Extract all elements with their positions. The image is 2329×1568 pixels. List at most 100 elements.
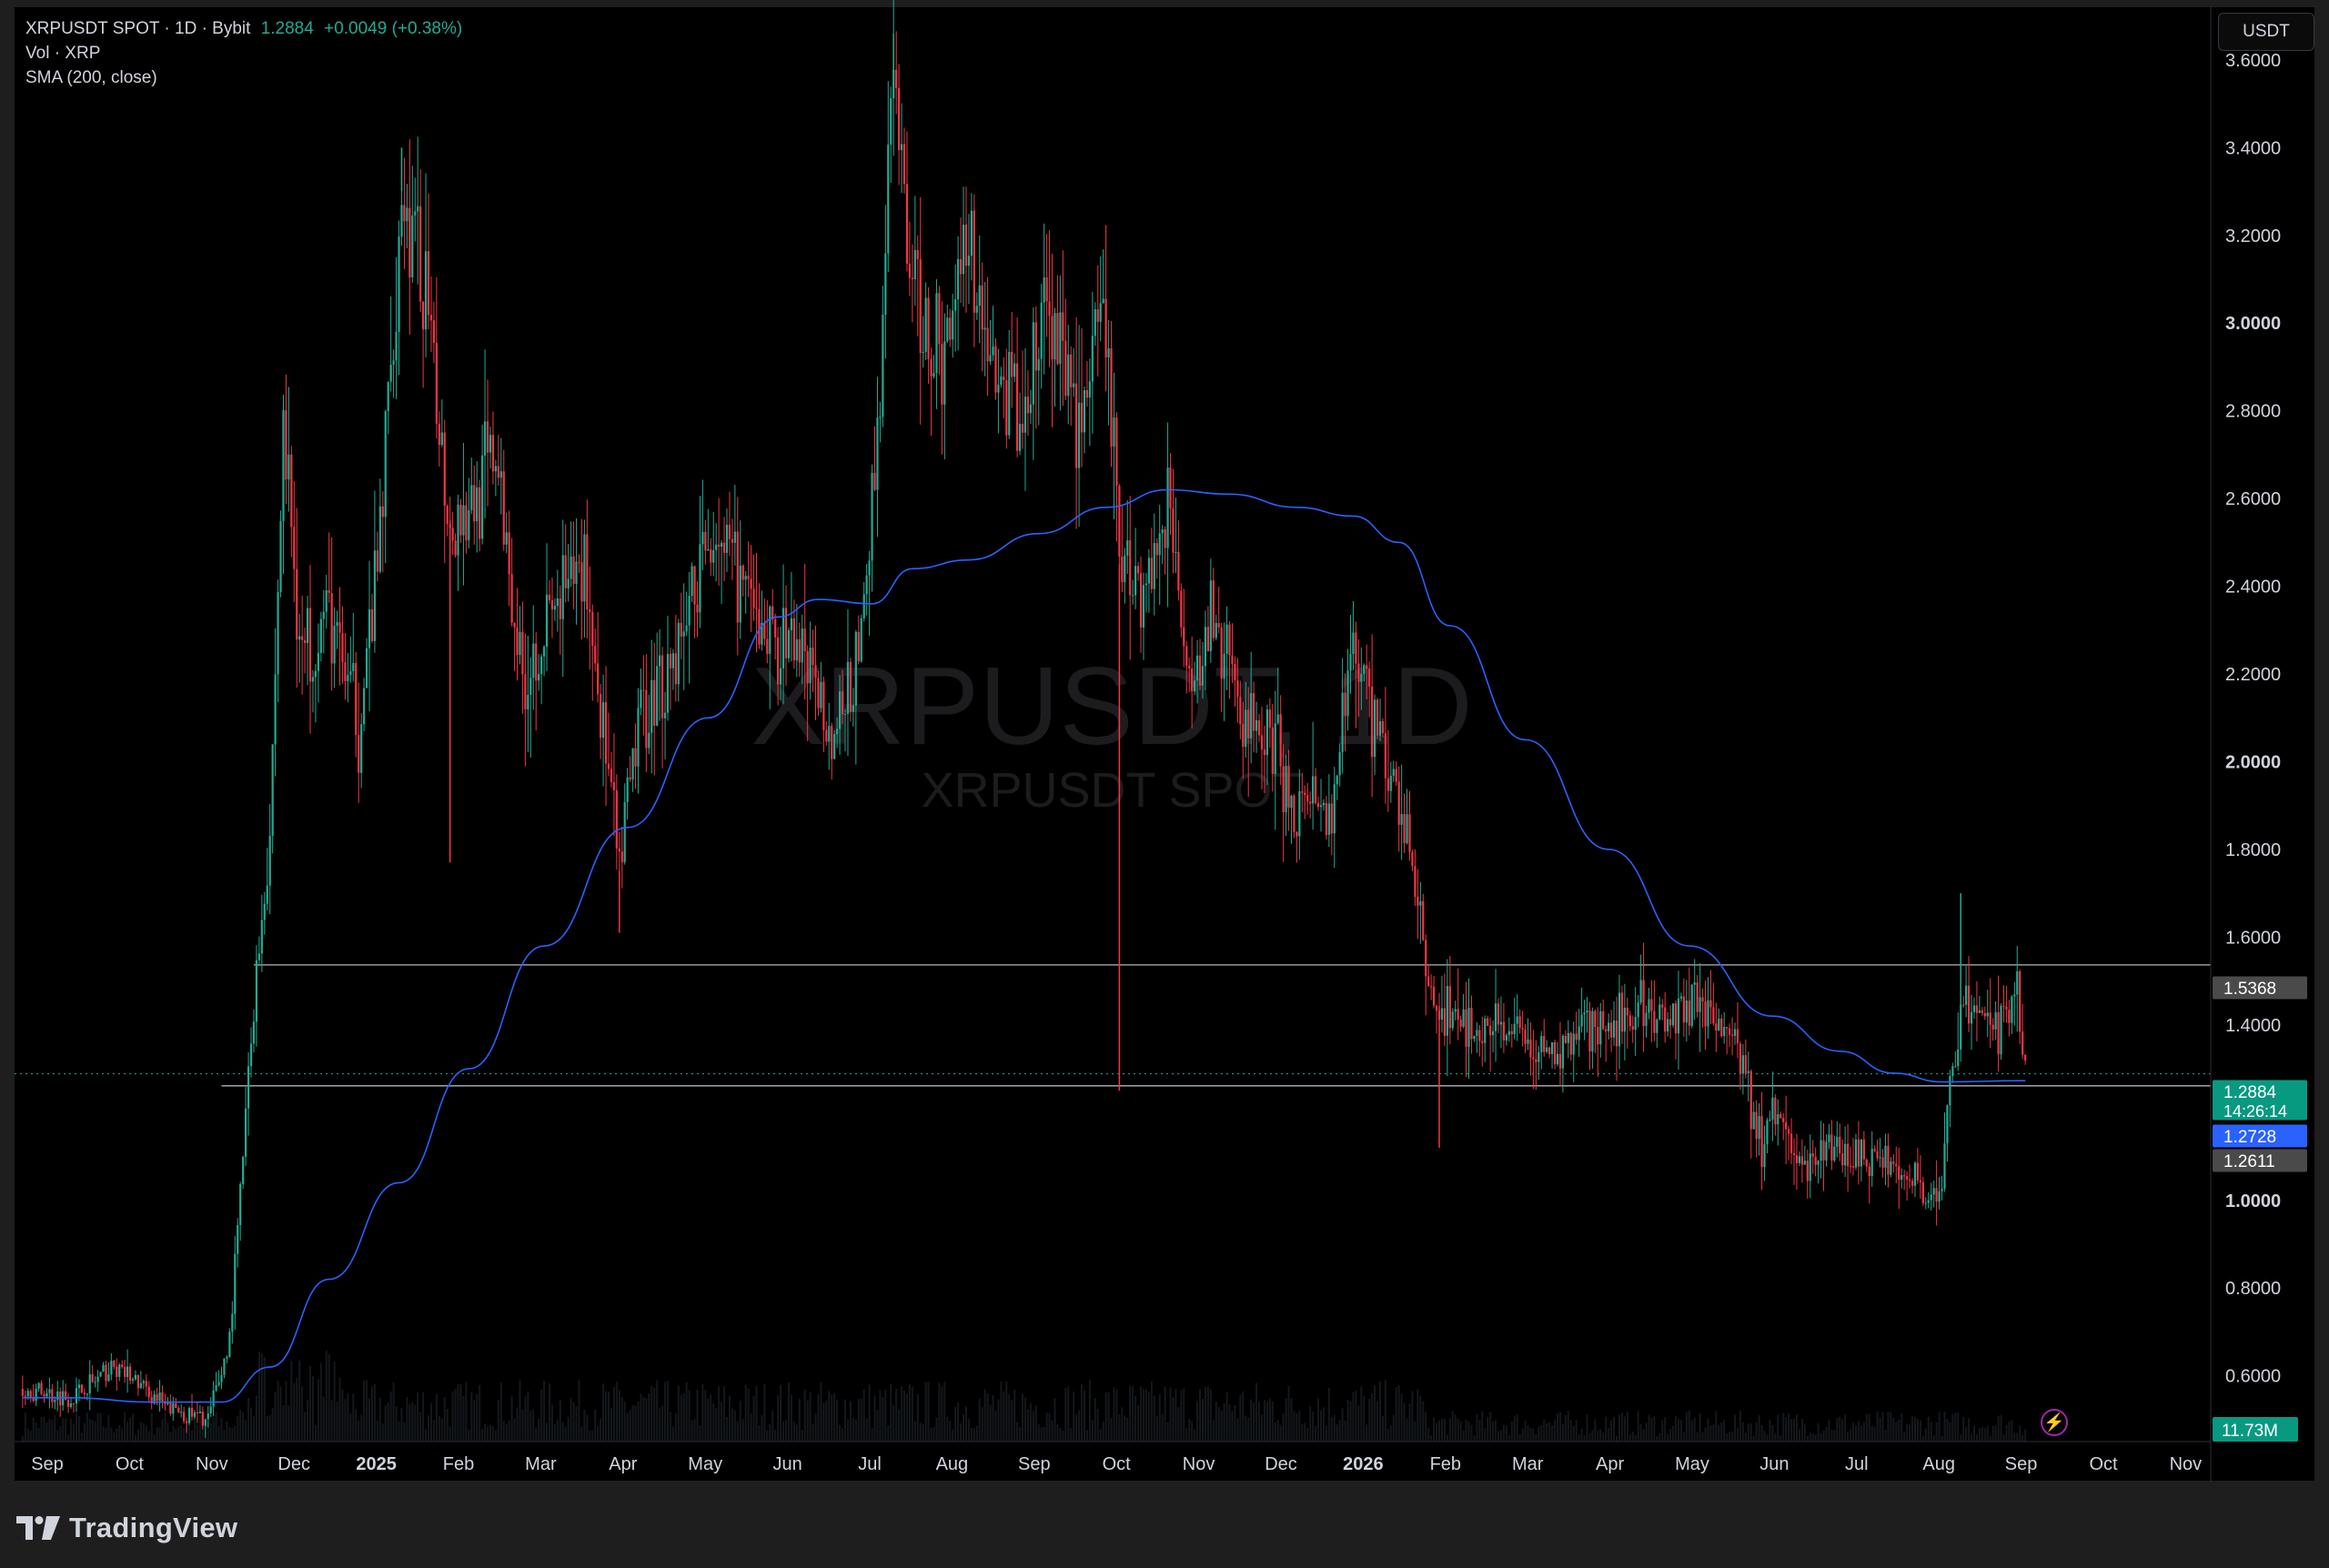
candle xyxy=(1161,525,1164,565)
time-tick[interactable]: 2025 xyxy=(356,1454,397,1474)
price-tick[interactable]: 2.0000 xyxy=(2225,752,2281,772)
time-tick[interactable]: Mar xyxy=(1512,1454,1544,1474)
lightning-icon[interactable]: ⚡ xyxy=(2041,1409,2068,1436)
time-tick[interactable]: Dec xyxy=(1265,1454,1297,1474)
candle xyxy=(1879,1138,1881,1168)
time-tick[interactable]: Sep xyxy=(31,1454,64,1474)
volume-bar xyxy=(338,1377,341,1442)
volume-bar xyxy=(612,1387,615,1442)
time-tick[interactable]: Sep xyxy=(2005,1454,2038,1474)
candle xyxy=(1679,992,1683,1002)
candle xyxy=(2024,1054,2027,1065)
price-tick[interactable]: 1.4000 xyxy=(2225,1016,2281,1036)
candle-body xyxy=(570,556,572,579)
candle xyxy=(833,729,836,760)
price-chart[interactable]: XRPUSDT, 1D XRPUSDT SPOT 3.60003.40003.2… xyxy=(0,0,2329,1568)
candle xyxy=(1011,312,1013,408)
time-tick[interactable]: Oct xyxy=(116,1454,145,1474)
price-tick[interactable]: 1.6000 xyxy=(2225,928,2281,948)
candle-body xyxy=(134,1374,137,1380)
volume-bar xyxy=(1616,1435,1618,1442)
time-tick[interactable]: Apr xyxy=(1596,1454,1624,1474)
price-tick[interactable]: 3.6000 xyxy=(2225,51,2281,71)
time-tick[interactable]: Dec xyxy=(277,1454,310,1474)
tradingview-logo[interactable]: TradingView xyxy=(16,1510,237,1546)
candle-body xyxy=(69,1402,73,1407)
candle-body xyxy=(1260,735,1264,750)
volume-bar xyxy=(1327,1387,1330,1442)
candle-body xyxy=(513,622,516,628)
candle-body xyxy=(1023,397,1027,433)
candle-body xyxy=(257,953,260,960)
time-tick[interactable]: Feb xyxy=(443,1454,474,1474)
time-tick[interactable]: Feb xyxy=(1430,1454,1461,1474)
volume-bar xyxy=(1315,1425,1317,1442)
time-tick[interactable]: Jul xyxy=(1845,1454,1869,1474)
candle xyxy=(699,496,701,628)
price-tick[interactable]: 2.6000 xyxy=(2225,489,2281,509)
time-tick[interactable]: Oct xyxy=(2089,1454,2118,1474)
volume-bar xyxy=(406,1396,408,1442)
price-tick[interactable]: 1.8000 xyxy=(2225,840,2281,860)
price-tick[interactable]: 3.2000 xyxy=(2225,226,2281,246)
volume-bar xyxy=(1575,1420,1578,1442)
currency-button[interactable]: USDT xyxy=(2218,13,2314,51)
volume-bar xyxy=(247,1397,250,1442)
price-tick[interactable]: 0.8000 xyxy=(2225,1279,2281,1299)
candle-body xyxy=(1333,784,1336,834)
price-tick[interactable]: 3.4000 xyxy=(2225,138,2281,158)
candle xyxy=(1788,1125,1790,1161)
time-tick[interactable]: Jun xyxy=(772,1454,802,1474)
price-tick[interactable]: 2.2000 xyxy=(2225,665,2281,685)
time-tick[interactable]: May xyxy=(1675,1454,1709,1474)
price-axis[interactable]: 3.6000 3.4000 3.2000 3.0000 2.8000 2.6000 2.40… xyxy=(2210,7,2281,1483)
legend-sma[interactable]: SMA (200, close) xyxy=(25,68,157,88)
time-tick[interactable]: Mar xyxy=(525,1454,557,1474)
time-tick[interactable]: Nov xyxy=(2170,1454,2203,1474)
candle xyxy=(2019,969,2021,1045)
candle-body xyxy=(1836,1136,1839,1147)
time-tick[interactable]: Jun xyxy=(1759,1454,1789,1474)
time-tick[interactable]: Sep xyxy=(1018,1454,1051,1474)
candle-body xyxy=(846,661,850,715)
time-tick[interactable]: Apr xyxy=(609,1454,637,1474)
volume-bar xyxy=(1433,1417,1436,1442)
horizontal-levels[interactable] xyxy=(15,964,2211,1087)
candle-body xyxy=(403,205,406,222)
price-tick[interactable]: 2.8000 xyxy=(2225,402,2281,422)
volume-bar xyxy=(440,1418,443,1442)
candle xyxy=(922,316,924,368)
volume-bar xyxy=(1040,1427,1043,1442)
volume-bar xyxy=(699,1425,701,1442)
volume-bar xyxy=(1417,1389,1419,1442)
candle-body xyxy=(438,423,440,446)
volume-bar xyxy=(1022,1393,1024,1442)
volume-bar xyxy=(1916,1418,1919,1442)
time-tick[interactable]: Nov xyxy=(1183,1454,1215,1474)
time-tick[interactable]: Oct xyxy=(1103,1454,1132,1474)
price-tick[interactable]: 0.6000 xyxy=(2225,1367,2281,1387)
price-tick[interactable]: 1.0000 xyxy=(2225,1191,2281,1211)
legend-symbol-row[interactable]: XRPUSDT SPOT · 1D · Bybit 1.2884 +0.0049… xyxy=(25,19,468,39)
candle-body xyxy=(803,628,806,652)
candle xyxy=(1682,978,1685,1037)
price-tick[interactable]: 2.4000 xyxy=(2225,578,2281,598)
time-axis[interactable]: Sep Oct Nov Dec 2025 Feb Mar Apr May Jun Jul Aug Sep… xyxy=(15,1441,2211,1474)
time-tick[interactable]: Aug xyxy=(1922,1454,1955,1474)
time-tick[interactable]: Jul xyxy=(858,1454,882,1474)
price-tick[interactable]: 3.0000 xyxy=(2225,314,2281,334)
volume-bar xyxy=(556,1420,559,1442)
legend-symbol[interactable]: XRPUSDT SPOT · 1D · Bybit xyxy=(25,19,250,38)
time-tick[interactable]: 2026 xyxy=(1343,1454,1384,1474)
candle xyxy=(1862,1131,1865,1166)
legend-volume[interactable]: Vol · XRP xyxy=(25,44,100,64)
time-tick[interactable]: Nov xyxy=(196,1454,228,1474)
candle-body xyxy=(1247,709,1250,739)
volume-bar xyxy=(817,1393,820,1442)
volume-bar xyxy=(161,1419,164,1442)
time-tick[interactable]: May xyxy=(688,1454,722,1474)
time-tick[interactable]: Aug xyxy=(936,1454,969,1474)
volume-bar xyxy=(384,1405,387,1442)
candle-body xyxy=(618,848,620,852)
candle-body xyxy=(381,506,384,518)
